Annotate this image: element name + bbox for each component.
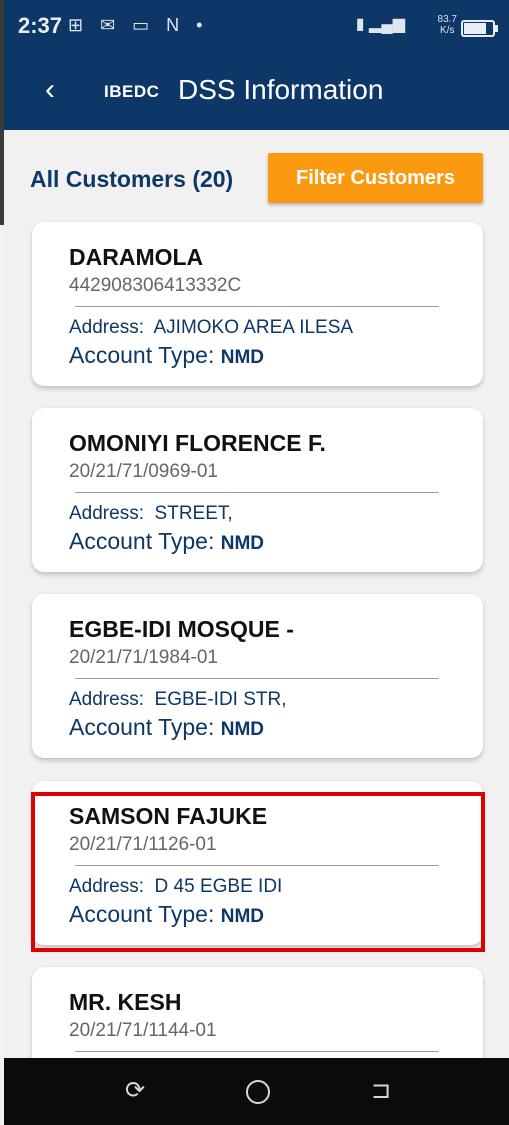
network-speed-unit: K/s <box>440 25 455 36</box>
filter-customers-button[interactable]: Filter Customers <box>268 153 483 203</box>
customer-account-type: Account Type: NMD <box>69 714 264 741</box>
address-value: STREET, <box>154 503 233 524</box>
customer-card[interactable]: EGBE-IDI MOSQUE - 20/21/71/1984-01 Addre… <box>32 594 483 758</box>
account-type-label: Account Type: <box>69 528 221 554</box>
customer-account-number: 20/21/71/1144-01 <box>69 1020 217 1041</box>
back-nav-icon[interactable]: ⊐ <box>364 1076 398 1106</box>
customer-address: Address: STREET, <box>69 503 233 525</box>
brand-logo-text: IBEDC <box>104 82 160 101</box>
customer-name: EGBE-IDI MOSQUE - <box>69 616 294 642</box>
card-divider <box>75 306 439 307</box>
recent-apps-icon[interactable]: ⟳ <box>118 1076 152 1106</box>
customer-address: Address: EGBE-IDI STR, <box>69 689 287 711</box>
customer-name: OMONIYI FLORENCE F. <box>69 430 326 456</box>
customer-account-type: Account Type: NMD <box>69 342 264 369</box>
signal-icon: ▮ ▂▄▆ <box>355 16 405 33</box>
card-divider <box>75 492 439 493</box>
customer-name: MR. KESH <box>69 989 182 1015</box>
page-title: DSS Information <box>178 74 384 105</box>
customer-name: DARAMOLA <box>69 244 204 270</box>
notification-icons: ⊞ ✉ ▭ N • <box>68 15 209 35</box>
address-label: Address: <box>69 689 155 710</box>
address-label: Address: <box>69 317 154 338</box>
customer-account-number: 20/21/71/1984-01 <box>69 647 218 668</box>
card-divider <box>75 678 439 679</box>
phone-screen: 2:37 ⊞ ✉ ▭ N • 83.7 K/s ▮ ▂▄▆ ‹ IBEDC DS… <box>4 0 509 1125</box>
selection-highlight-box <box>31 792 485 952</box>
customer-list-area[interactable]: All Customers (20) Filter Customers DARA… <box>4 130 509 1125</box>
customer-account-number: 20/21/71/0969-01 <box>69 461 218 482</box>
network-speed: 83.7 K/s <box>438 14 457 36</box>
account-type-label: Account Type: <box>69 714 221 740</box>
customer-account-number: 442908306413332C <box>69 275 242 296</box>
battery-icon <box>461 20 498 37</box>
status-bar: 2:37 ⊞ ✉ ▭ N • 83.7 K/s ▮ ▂▄▆ <box>4 0 509 52</box>
address-label: Address: <box>69 503 155 524</box>
app-bar: ‹ IBEDC DSS Information <box>4 52 509 130</box>
android-nav-bar: ⟳ ⊐ <box>4 1058 509 1125</box>
home-icon[interactable] <box>246 1080 270 1104</box>
account-type-value: NMD <box>220 533 265 554</box>
customer-address: Address: AJIMOKO AREA ILESA <box>69 317 353 339</box>
customer-card[interactable]: OMONIYI FLORENCE F. 20/21/71/0969-01 Add… <box>32 408 483 572</box>
status-time: 2:37 <box>18 13 63 38</box>
back-arrow-icon[interactable]: ‹ <box>30 70 70 110</box>
customer-card[interactable]: DARAMOLA 442908306413332C Address: AJIMO… <box>32 222 483 386</box>
address-value: AJIMOKO AREA ILESA <box>153 317 354 338</box>
card-divider <box>75 1051 439 1052</box>
account-type-value: NMD <box>220 347 265 368</box>
customer-account-type: Account Type: NMD <box>69 528 264 555</box>
account-type-label: Account Type: <box>69 342 221 368</box>
address-value: EGBE-IDI STR, <box>154 689 287 710</box>
customer-count-label: All Customers (20) <box>30 166 234 192</box>
account-type-value: NMD <box>220 719 265 740</box>
network-speed-value: 83.7 <box>437 14 457 25</box>
